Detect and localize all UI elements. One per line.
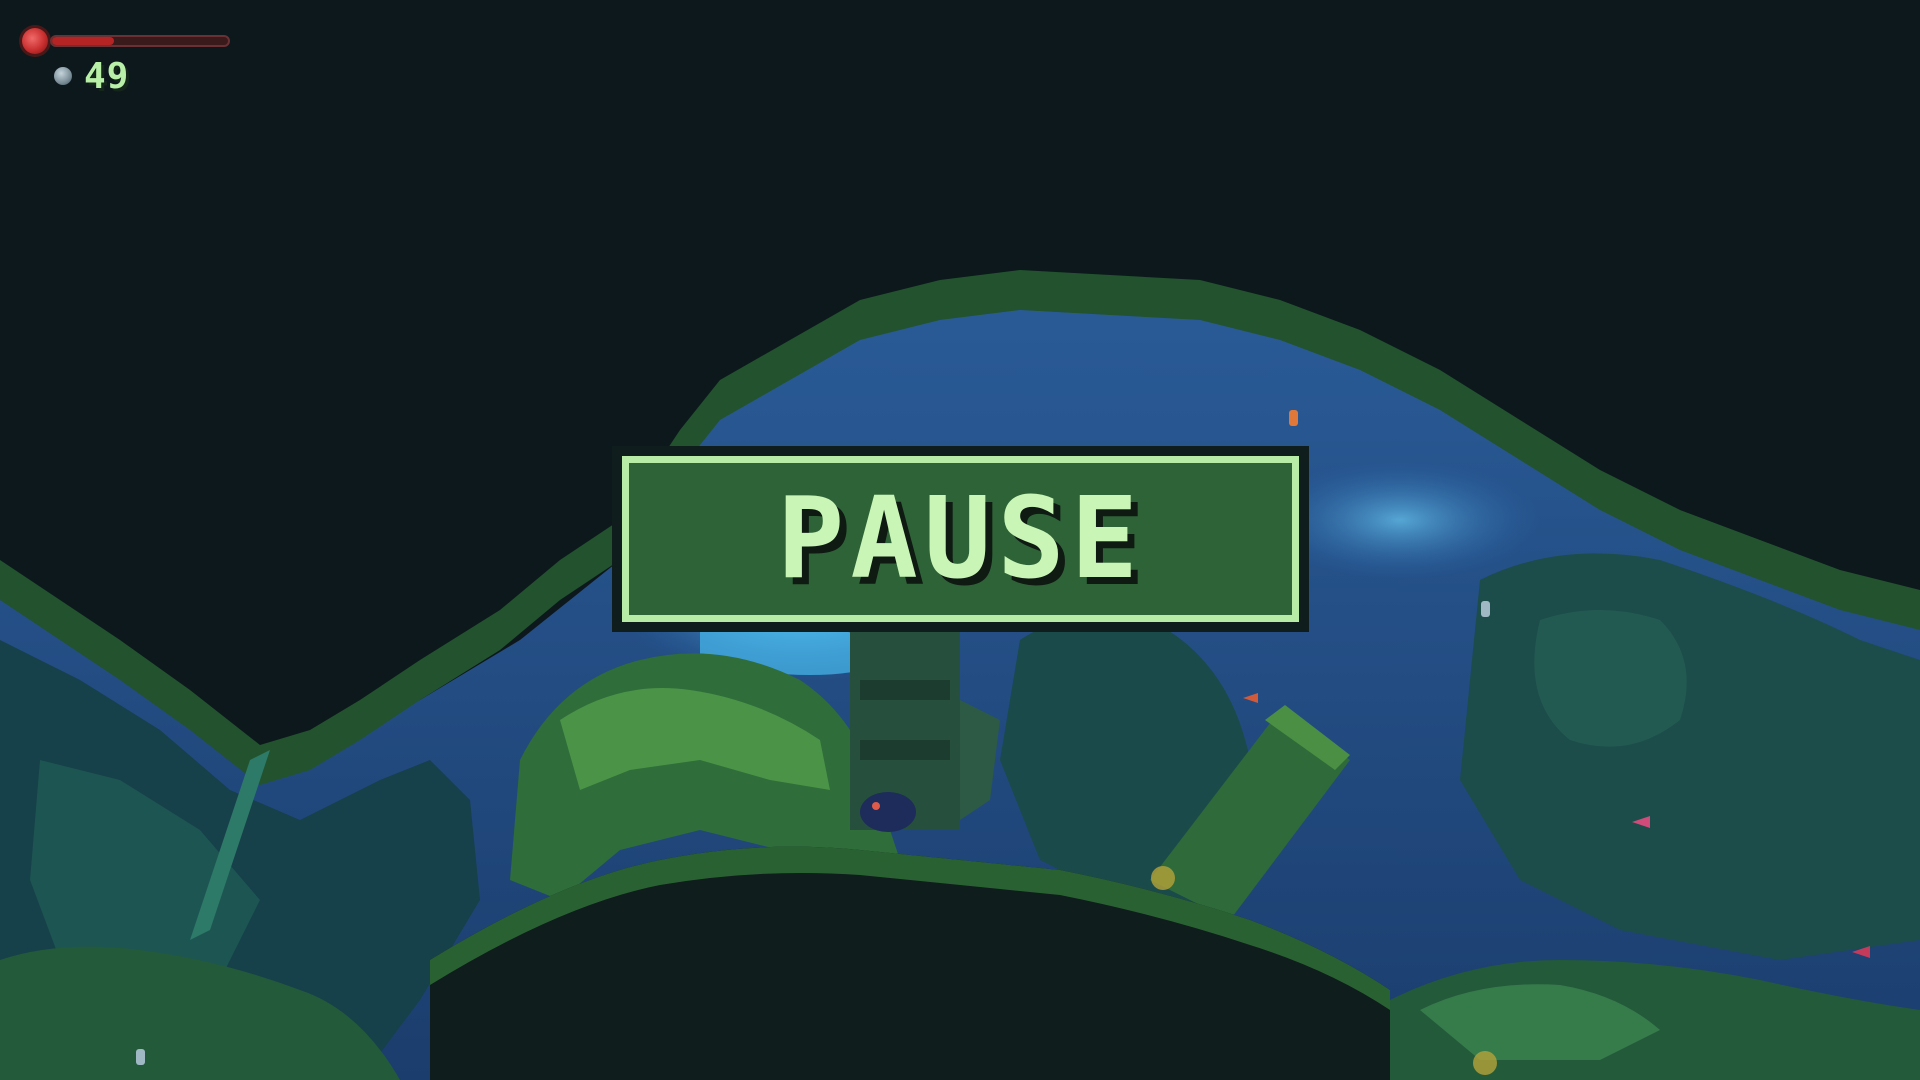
pause-panel: PAUSE xyxy=(622,456,1299,622)
right-rock-detail xyxy=(1534,610,1687,747)
hud: 49 xyxy=(20,24,230,104)
health-bar xyxy=(50,35,230,47)
game-screen: 49 PAUSE xyxy=(0,0,1920,1080)
coral xyxy=(1151,866,1175,890)
health-bar-fill xyxy=(52,37,114,45)
heart-orb-icon xyxy=(22,28,48,54)
pause-title: PAUSE xyxy=(776,474,1145,604)
coral xyxy=(1473,1051,1497,1075)
coin-count: 49 xyxy=(84,56,130,97)
player-fish xyxy=(860,792,916,832)
gem-pickup xyxy=(1289,410,1298,426)
stone-totem-band xyxy=(860,680,950,700)
player-eye xyxy=(872,802,880,810)
pause-menu: PAUSE xyxy=(612,446,1309,632)
stone-totem-band xyxy=(860,740,950,760)
gem-pickup xyxy=(136,1049,145,1065)
coin-icon xyxy=(54,67,72,85)
gem-pickup xyxy=(1481,601,1490,617)
